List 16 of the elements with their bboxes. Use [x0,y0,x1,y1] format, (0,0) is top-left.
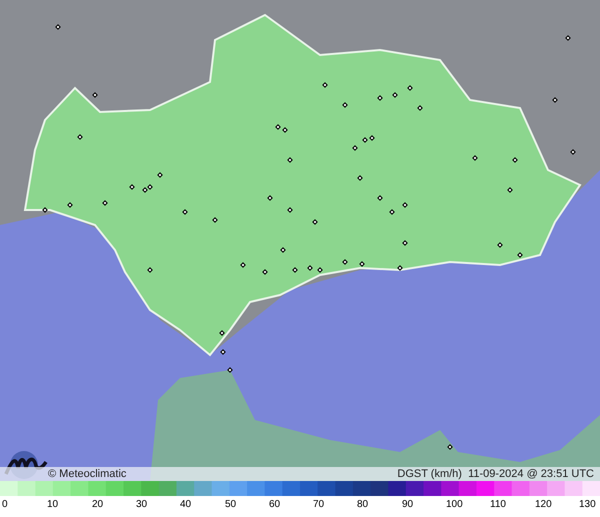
scale-tick-label: 110 [490,499,506,510]
scale-tick-label: 50 [225,499,236,510]
scale-tick-label: 10 [47,499,58,510]
scale-tick-label: 40 [180,499,192,510]
scale-tick-label: 70 [313,499,324,510]
scale-tick-label: 80 [357,499,368,510]
map-caption: DGST (km/h) 11-09-2024 @ 23:51 UTC [397,468,594,480]
scale-tick-label: 120 [535,499,552,510]
credit-text: © Meteoclimatic [48,468,126,480]
scale-tick-label: 20 [92,499,104,510]
scale-tick-label: 90 [402,499,414,510]
scale-tick-label: 130 [579,499,596,510]
scale-tick-label: 30 [136,499,148,510]
scale-tick-label: 0 [2,499,8,510]
scale-tick-label: 100 [446,499,463,510]
scale-tick-label: 60 [269,499,280,510]
